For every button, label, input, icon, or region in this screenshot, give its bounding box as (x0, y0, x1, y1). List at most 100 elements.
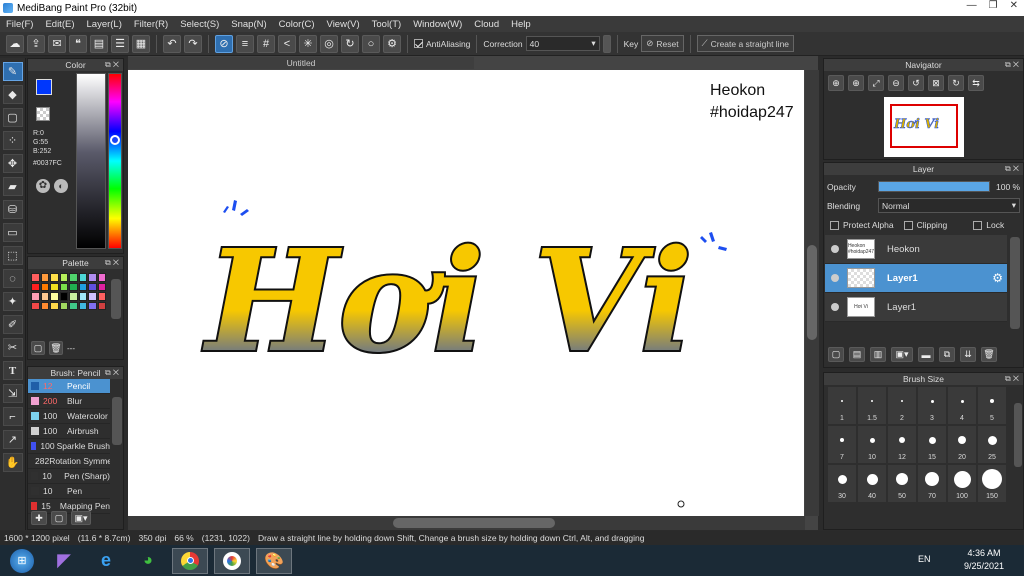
bucket-tool-icon[interactable]: ⛁ (2, 200, 23, 219)
brush-size-cell[interactable]: 50 (888, 465, 916, 502)
menu-edit[interactable]: Edit(E) (45, 19, 74, 30)
brush-scrollbar[interactable] (112, 397, 122, 445)
eyedropper-tool-icon[interactable]: ⌐ (2, 407, 23, 426)
brush-size-cell[interactable]: 15 (918, 426, 946, 463)
brush-size-cell[interactable]: 7 (828, 426, 856, 463)
palette-swatch[interactable] (78, 292, 87, 301)
brush-item[interactable]: 100 Sparkle Brush (28, 439, 110, 454)
palette-swatch[interactable] (31, 292, 40, 301)
palette-swatch[interactable] (59, 301, 68, 310)
palette-swatch[interactable] (69, 282, 78, 291)
menu-color[interactable]: Color(C) (279, 19, 315, 30)
visual-studio-icon[interactable]: ◤ (46, 548, 82, 574)
brush-item[interactable]: 10 Pen (28, 484, 110, 499)
snap-parallel-icon[interactable]: ≡ (236, 34, 254, 53)
magic-wand-icon[interactable]: ✦ (2, 292, 23, 311)
visibility-icon[interactable] (831, 274, 839, 282)
menu-snap[interactable]: Snap(N) (231, 19, 266, 30)
palette-swatch[interactable] (50, 282, 59, 291)
panel-close-icon[interactable]: ⧉ ✕ (105, 257, 119, 269)
snap-ellipse-icon[interactable]: ○ (362, 34, 380, 53)
menu-layer[interactable]: Layer(L) (87, 19, 122, 30)
panel-close-icon[interactable]: ⧉ ✕ (1005, 59, 1019, 71)
palette-swatch[interactable] (88, 282, 97, 291)
palette-swatch[interactable] (88, 301, 97, 310)
new-palette-icon[interactable]: ▢ (31, 341, 45, 355)
operation-tool-icon[interactable]: ⇲ (2, 384, 23, 403)
merge-layer-icon[interactable]: ⇊ (960, 347, 976, 362)
snap-curve-icon[interactable]: ↻ (341, 34, 359, 53)
navigator-preview[interactable]: Hơi Vi (884, 97, 964, 157)
snap-settings-icon[interactable]: ⚙ (383, 34, 401, 53)
menu-window[interactable]: Window(W) (413, 19, 462, 30)
fit-icon[interactable]: ⤢ (868, 75, 884, 91)
lock-checkbox[interactable] (973, 220, 983, 230)
snap-circle-icon[interactable]: ◎ (320, 34, 338, 53)
layer-settings-icon[interactable]: ⚙ (992, 271, 1003, 285)
copy-brush-icon[interactable]: ▢ (51, 511, 67, 525)
protect-alpha-checkbox[interactable] (830, 220, 839, 230)
menu-view[interactable]: View(V) (327, 19, 360, 30)
list-icon[interactable]: ☰ (111, 34, 129, 53)
brush-size-cell[interactable]: 70 (918, 465, 946, 502)
new-halftone-layer-icon[interactable]: ▤ (849, 347, 865, 362)
palette-swatch[interactable] (78, 273, 87, 282)
clipping-checkbox[interactable] (903, 220, 913, 230)
grid-icon[interactable]: ▦ (132, 34, 150, 53)
hue-slider[interactable] (108, 73, 122, 249)
opacity-slider[interactable] (878, 181, 990, 192)
brush-size-cell[interactable]: 4 (948, 387, 976, 424)
menu-select[interactable]: Select(S) (180, 19, 219, 30)
speech-icon[interactable]: ❝ (69, 34, 87, 53)
select-pen-icon[interactable]: ✐ (2, 315, 23, 334)
new-layer-icon[interactable]: ▢ (828, 347, 844, 362)
zoom-in-icon[interactable]: ⊕ (828, 75, 844, 91)
brush-size-cell[interactable]: 3 (918, 387, 946, 424)
flip-icon[interactable]: ⇆ (968, 75, 984, 91)
palette-scrollbar[interactable] (111, 279, 121, 319)
menu-filter[interactable]: Filter(R) (134, 19, 168, 30)
brush-item[interactable]: 10 Pen (Sharp) (28, 469, 110, 484)
rectangle-tool-icon[interactable]: ▢ (2, 108, 23, 127)
undo-icon[interactable]: ↶ (163, 34, 181, 53)
document-tab[interactable]: Untitled (128, 57, 474, 69)
clock[interactable]: 4:36 AM 9/25/2021 (962, 548, 1006, 571)
brush-item[interactable]: 200 Blur (28, 394, 110, 409)
menu-tool[interactable]: Tool(T) (372, 19, 402, 30)
color-wheel-icon[interactable]: ◐ (54, 179, 68, 193)
brush-item[interactable]: 282Rotation Symmetry (28, 454, 110, 469)
cloud-icon[interactable]: ☁ (6, 34, 24, 53)
brush-size-cell[interactable]: 25 (978, 426, 1006, 463)
palette-swatch[interactable] (31, 301, 40, 310)
palette-swatch[interactable] (50, 273, 59, 282)
document-icon[interactable]: ▤ (90, 34, 108, 53)
color-palette-icon[interactable]: ✿ (36, 179, 50, 193)
close-icon[interactable]: ✕ (1010, 0, 1018, 11)
comment-icon[interactable]: ✉ (48, 34, 66, 53)
rotate-left-icon[interactable]: ↺ (908, 75, 924, 91)
medibang-taskbar-icon[interactable] (214, 547, 250, 574)
palette-swatch[interactable] (40, 301, 49, 310)
panel-close-icon[interactable]: ⧉ ✕ (105, 59, 119, 71)
palette-swatch[interactable] (69, 273, 78, 282)
move-tool-icon[interactable]: ✥ (2, 154, 23, 173)
primary-color-swatch[interactable] (36, 79, 52, 95)
panel-close-icon[interactable]: ⧉ ✕ (1005, 163, 1019, 175)
palette-swatch[interactable] (97, 282, 106, 291)
visibility-icon[interactable] (831, 303, 839, 311)
blending-select[interactable]: Normal ▾ (878, 198, 1020, 213)
layer-row[interactable]: Layer1 ⚙ (825, 264, 1007, 293)
chrome-icon[interactable] (172, 547, 208, 574)
brush-item[interactable]: 100 Watercolor (28, 409, 110, 424)
brush-item[interactable]: 12 Pencil (28, 379, 110, 394)
coccoc-browser-icon[interactable]: ◕ (130, 548, 166, 574)
brush-size-cell[interactable]: 30 (828, 465, 856, 502)
brush-size-cell[interactable]: 40 (858, 465, 886, 502)
menu-file[interactable]: File(F) (6, 19, 33, 30)
select-eraser-icon[interactable]: ✂ (2, 338, 23, 357)
add-brush-icon[interactable]: ✚ (31, 511, 47, 525)
dot-tool-icon[interactable]: ⁘ (2, 131, 23, 150)
brush-size-cell[interactable]: 100 (948, 465, 976, 502)
palette-swatch[interactable] (31, 282, 40, 291)
delete-palette-icon[interactable]: 🗑 (49, 341, 63, 355)
